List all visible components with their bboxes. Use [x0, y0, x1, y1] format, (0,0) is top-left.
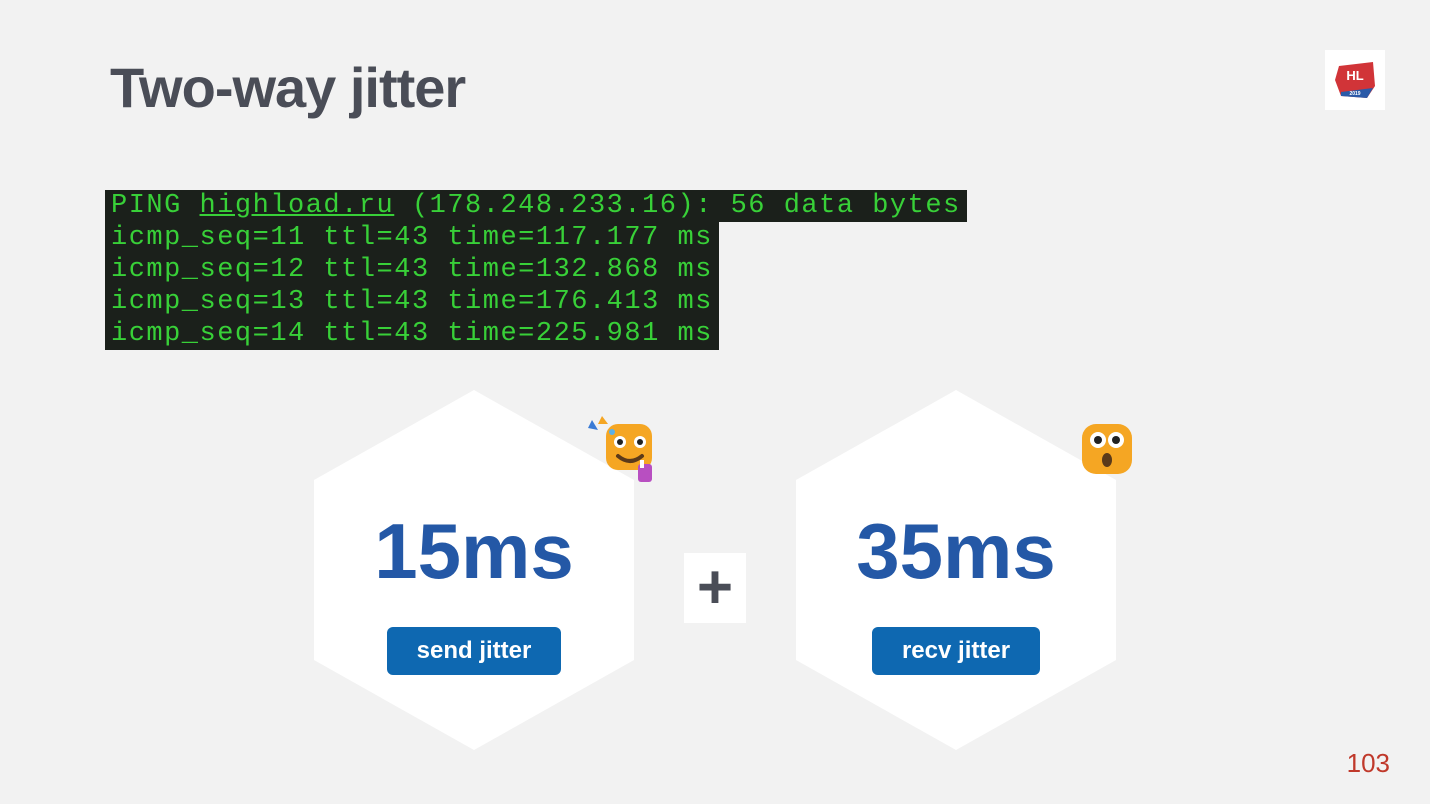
- ping-line: icmp_seq=11 ttl=43 time=117.177 ms: [105, 222, 719, 254]
- ping-line: icmp_seq=13 ttl=43 time=176.413 ms: [105, 286, 719, 318]
- ping-line: icmp_seq=14 ttl=43 time=225.981 ms: [105, 318, 719, 350]
- page-number: 103: [1347, 748, 1390, 779]
- jitter-cards: 15ms send jitter + 35ms recv jitter: [0, 380, 1430, 760]
- recv-jitter-label: recv jitter: [872, 627, 1040, 675]
- ping-line: icmp_seq=12 ttl=43 time=132.868 ms: [105, 254, 719, 286]
- svg-text:2019: 2019: [1349, 91, 1360, 97]
- ping-output: PING highload.ru (178.248.233.16): 56 da…: [105, 190, 967, 350]
- recv-jitter-card: 35ms recv jitter: [776, 380, 1136, 760]
- party-emoji-icon: [584, 410, 664, 490]
- slide-title: Two-way jitter: [110, 55, 465, 120]
- ping-line-header: PING highload.ru (178.248.233.16): 56 da…: [105, 190, 967, 222]
- surprised-emoji-icon: [1066, 410, 1146, 490]
- send-jitter-value: 15ms: [374, 506, 574, 597]
- send-jitter-label: send jitter: [387, 627, 562, 675]
- plus-operator: +: [684, 553, 746, 623]
- recv-jitter-value: 35ms: [856, 506, 1056, 597]
- send-jitter-card: 15ms send jitter: [294, 380, 654, 760]
- svg-text:HL: HL: [1346, 68, 1363, 83]
- hl-logo: HL 2019: [1325, 50, 1385, 110]
